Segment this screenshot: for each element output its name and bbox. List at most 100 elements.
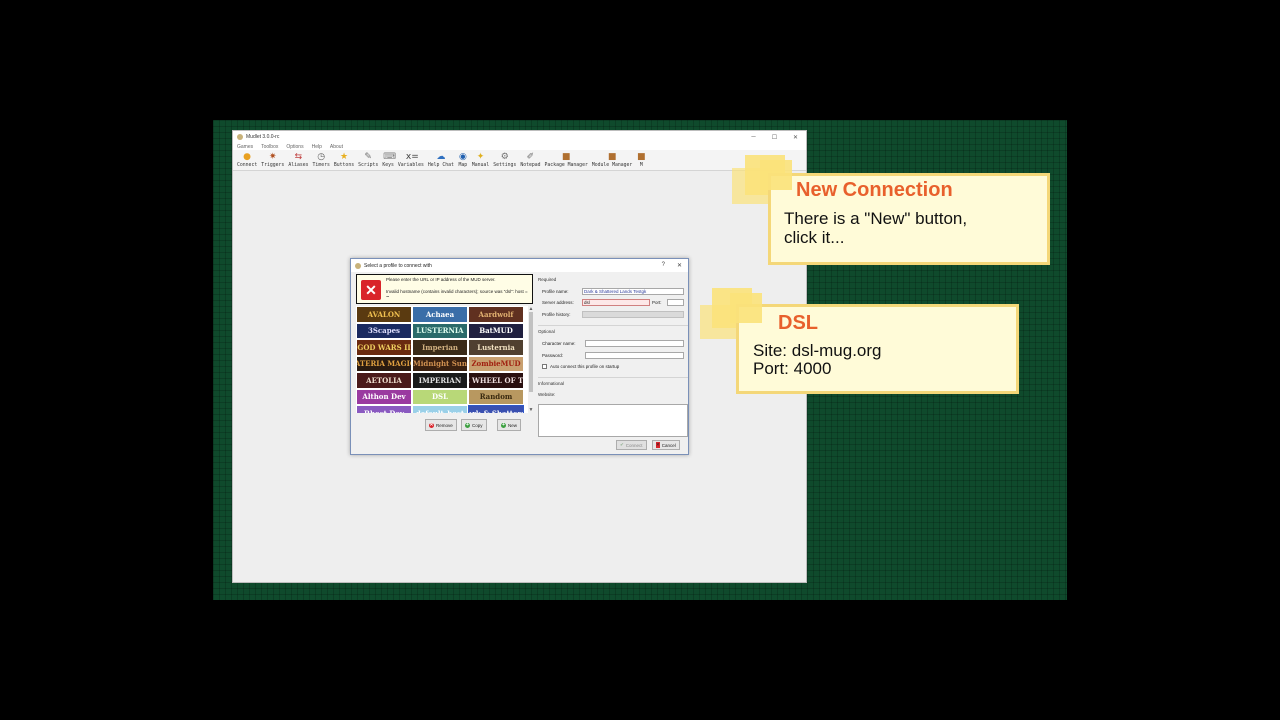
toolbar-label: Variables: [397, 163, 424, 168]
toolbar-button-help-chat[interactable]: ☁ Help Chat: [428, 150, 454, 168]
help-button[interactable]: ?: [662, 262, 665, 269]
server-address-label: Server address:: [542, 300, 574, 305]
profile-tile[interactable]: Aardwolf: [469, 307, 523, 322]
more-icon: ■: [637, 152, 646, 162]
toolbar-button-scripts[interactable]: ✎ Scripts: [358, 150, 378, 168]
password-input[interactable]: [585, 352, 684, 359]
toolbar-label: Manual: [471, 163, 490, 168]
profile-tile[interactable]: BatMUD: [469, 323, 523, 338]
profile-tile[interactable]: THE WHEEL OF TIME: [469, 373, 523, 388]
character-name-input[interactable]: [585, 340, 684, 347]
mudlet-logo-icon: [355, 262, 361, 269]
minimize-button[interactable]: ─: [743, 134, 764, 141]
server-address-input[interactable]: dsl: [582, 299, 650, 306]
callout-decoration: [760, 160, 792, 190]
dialog-close-button[interactable]: ✕: [677, 262, 682, 269]
menu-help[interactable]: Help: [312, 144, 322, 150]
toolbar-button-variables[interactable]: x= Variables: [398, 150, 424, 168]
profile-tile[interactable]: Achaea: [413, 307, 467, 322]
cancel-button[interactable]: ✕ Cancel: [652, 440, 680, 450]
profile-name-label: Profile name:: [542, 289, 569, 294]
scripts-icon: ✎: [364, 152, 372, 162]
profile-tile[interactable]: Random: [469, 389, 523, 404]
profile-tile[interactable]: AETOLIA: [357, 373, 411, 388]
toolbar-button-manual[interactable]: ✦ Manual: [472, 150, 489, 168]
toolbar-button-aliases[interactable]: ⇆ Aliases: [288, 150, 308, 168]
aliases-icon: ⇆: [294, 152, 303, 162]
profile-tile[interactable]: Dark & Shattered: [468, 405, 524, 413]
new-button[interactable]: + New: [497, 419, 522, 431]
dsl-callout: DSL Site: dsl-mug.org Port: 4000: [736, 304, 1019, 394]
profile-history-select[interactable]: [582, 311, 684, 318]
port-input[interactable]: [667, 299, 684, 306]
toolbar-label: Timers: [312, 163, 330, 168]
toolbar-label: Triggers: [261, 163, 285, 168]
maximize-button[interactable]: ☐: [764, 134, 785, 141]
toolbar-button-triggers[interactable]: ✷ Triggers: [261, 150, 284, 168]
profile-tile[interactable]: Imperian: [413, 340, 467, 355]
menu-options[interactable]: Options: [286, 144, 303, 150]
module-manager-icon: ■: [607, 152, 617, 162]
remove-label: Remove: [436, 422, 453, 428]
scroll-down-icon[interactable]: ▼: [528, 407, 534, 413]
profile-tile[interactable]: Althon Dev: [357, 389, 411, 404]
toolbar-label: Notepad: [520, 163, 541, 168]
callout-line-2: click it...: [784, 228, 845, 247]
toolbar-button-timers[interactable]: ◷ Timers: [313, 150, 330, 168]
connect-button[interactable]: ✔ Connect: [616, 440, 647, 450]
informational-group-label: Informational: [538, 381, 565, 386]
cancel-icon: ✕: [656, 442, 660, 448]
profile-tile[interactable]: DSL: [413, 389, 467, 404]
toolbar-label: Aliases: [288, 163, 309, 168]
profile-tile[interactable]: AVALON: [357, 307, 411, 322]
toolbar-button-connect[interactable]: ● Connect: [237, 150, 257, 168]
toolbar-button-keys[interactable]: ⌨ Keys: [382, 150, 396, 168]
character-name-label: Character name:: [542, 341, 576, 346]
connect-check-icon: ✔: [620, 442, 624, 447]
autoconnect-checkbox[interactable]: [542, 364, 547, 369]
profile-tile[interactable]: IMPERIAN: [413, 373, 467, 388]
profile-tile[interactable]: Bhost Dev: [357, 406, 411, 413]
toolbar-label: Keys: [382, 163, 394, 168]
required-group-label: Required: [538, 277, 557, 282]
copy-button[interactable]: + Copy: [461, 419, 487, 431]
callout-decoration: [730, 293, 762, 323]
error-line-2: Invalid hostname (contains invalid chara…: [386, 289, 528, 300]
callout-line-1: There is a "New" button,: [784, 209, 968, 228]
toolbar-label: Connect: [237, 163, 258, 168]
autoconnect-label: Auto connect this profile on startup: [550, 364, 620, 369]
title-bar: Mudlet 3.0.0-rc ─ ☐ ✕: [233, 131, 806, 143]
profile-list-scrollbar[interactable]: ▲ ▼: [528, 306, 534, 413]
remove-icon: ✕: [429, 421, 434, 428]
profile-name-input[interactable]: Dark & Shattered Lands Testgk: [582, 288, 684, 295]
scroll-thumb[interactable]: [529, 312, 533, 392]
menu-about[interactable]: About: [330, 144, 343, 150]
toolbar-button-map[interactable]: ◉ Map: [458, 150, 468, 168]
profile-tile[interactable]: default_host: [413, 406, 467, 413]
toolbar-button-module-manager[interactable]: ■ Module Manager: [592, 150, 632, 168]
profile-tile[interactable]: 3Scapes: [357, 323, 411, 338]
new-label: New: [508, 422, 518, 428]
menu-games[interactable]: Games: [237, 144, 253, 150]
profile-tile[interactable]: GOD WARS II: [357, 340, 411, 355]
profile-tile[interactable]: ZombieMUD: [469, 356, 523, 371]
close-button[interactable]: ✕: [785, 134, 806, 141]
profile-history-label: Profile history:: [542, 312, 571, 317]
toolbar-label: Package Manager: [544, 163, 588, 168]
toolbar-button-package-manager[interactable]: ■ Package Manager: [545, 150, 588, 168]
toolbar-button-settings[interactable]: ⚙ Settings: [493, 150, 516, 168]
remove-button[interactable]: ✕ Remove: [425, 419, 457, 431]
callout-line-2: Port: 4000: [753, 359, 832, 378]
toolbar-button-notepad[interactable]: ✐ Notepad: [520, 150, 540, 168]
profile-tile[interactable]: Lusternia: [469, 340, 523, 355]
connect-icon: ●: [243, 152, 252, 162]
profile-tile[interactable]: LUSTERNIA: [413, 323, 467, 338]
toolbar-button-buttons[interactable]: ★ Buttons: [334, 150, 354, 168]
toolbar-label: Module Manager: [591, 163, 633, 168]
toolbar-button-m[interactable]: ■ M: [636, 150, 646, 168]
profile-tile[interactable]: MATERIA MAGICA: [357, 356, 411, 371]
new-icon: +: [501, 421, 506, 428]
callout-title: DSL: [778, 312, 818, 334]
menu-toolbox[interactable]: Toolbox: [261, 144, 278, 150]
profile-tile[interactable]: Midnight Sun: [413, 356, 467, 371]
